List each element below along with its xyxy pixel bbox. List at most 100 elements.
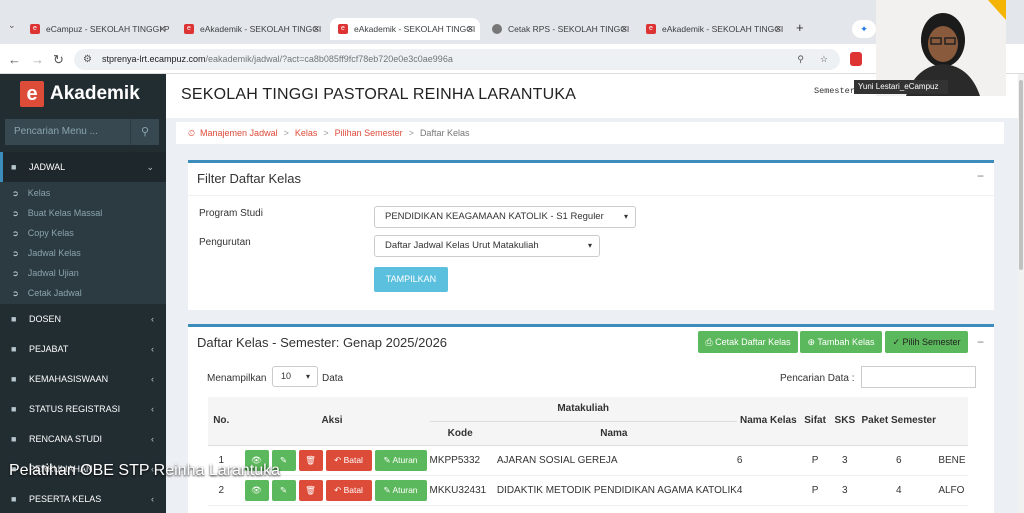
menu-search-input[interactable]: Pencarian Menu ... (5, 119, 130, 145)
close-tab-icon[interactable]: ✕ (774, 24, 782, 35)
undo-icon: ↶ (334, 484, 342, 495)
col-sifat: Sifat (799, 397, 831, 446)
search-icon[interactable]: ⚲ (130, 119, 159, 145)
cell-kode: MKKU32431 (429, 475, 491, 506)
sidebar-item-jadwal-kelas[interactable]: ➲ Jadwal Kelas (0, 243, 166, 263)
breadcrumb-kelas[interactable]: Kelas (295, 128, 318, 138)
filter-box-title: Filter Daftar Kelas (197, 171, 302, 186)
pengurutan-select[interactable]: Daftar Jadwal Kelas Urut Matakuliah ▾ (374, 235, 600, 257)
sidebar-item-buat-kelas-massal[interactable]: ➲ Buat Kelas Massal (0, 203, 166, 223)
browser-tab-2[interactable]: e eAkademik - SEKOLAH TINGGI ✕ (176, 18, 326, 40)
back-arrow-icon[interactable]: ← (8, 52, 21, 67)
delete-trash-icon[interactable]: 🗑 (298, 449, 323, 471)
search-data-input[interactable] (861, 366, 976, 388)
print-list-button[interactable]: ⎙ Cetak Daftar Kelas (698, 331, 798, 353)
address-bar[interactable]: ⚙ stprenya-lrt.ecampuz.com/eakademik/jad… (74, 49, 840, 70)
reload-icon[interactable]: ↻ (53, 52, 64, 68)
chevron-left-icon: ‹ (151, 404, 154, 414)
col-dosen (938, 397, 968, 446)
cell-paket: 6 (859, 445, 939, 476)
browser-tab-1[interactable]: e eCampuz - SEKOLAH TINGGI P ✕ (22, 18, 172, 40)
sidebar-item-kelas[interactable]: ➲ Kelas (0, 183, 166, 203)
tampilkan-button[interactable]: TAMPILKAN (374, 267, 448, 292)
browser-tab-4[interactable]: Cetak RPS - SEKOLAH TINGGI ✕ (484, 18, 634, 40)
collapse-minus-icon[interactable]: − (977, 169, 984, 183)
sidebar-menu-kemahasiswaan[interactable]: ■ KEMAHASISWAAN ‹ (0, 364, 166, 394)
class-list-title: Daftar Kelas - Semester: Genap 2025/2026 (197, 335, 448, 350)
cell-nama: AJARAN SOSIAL GEREJA (490, 445, 737, 476)
delete-trash-icon[interactable]: 🗑 (298, 479, 323, 501)
circle-arrow-icon: ➲ (12, 268, 19, 278)
chevron-left-icon: ‹ (151, 494, 154, 504)
show-entries-select[interactable]: 10 ▾ (272, 366, 318, 387)
sidebar-menu-jadwal[interactable]: ■ JADWAL ⌄ (0, 152, 166, 182)
sidebar-menu-rencana-studi[interactable]: ■ RENCANA STUDI ‹ (0, 424, 166, 454)
filter-box: Filter Daftar Kelas − Program Studi PEND… (188, 160, 994, 310)
sidebar-item-copy-kelas[interactable]: ➲ Copy Kelas (0, 223, 166, 243)
browser-tab-5[interactable]: e eAkademik - SEKOLAH TINGGI ✕ (638, 18, 788, 40)
collapse-minus-icon[interactable]: − (977, 335, 984, 349)
sidebar-item-cetak-jadwal[interactable]: ➲ Cetak Jadwal (0, 283, 166, 303)
cell-sks: 3 (830, 475, 860, 506)
cancel-class-button[interactable]: ↶ Batal (325, 449, 372, 471)
browser-tab-3-active[interactable]: e eAkademik - SEKOLAH TINGGI ✕ (330, 18, 480, 40)
sidebar-menu-peserta-kelas[interactable]: ■ PESERTA KELAS ‹ (0, 484, 166, 513)
folder-icon: ■ (11, 494, 17, 504)
tab-list-chevron-icon[interactable]: ⌄ (8, 20, 16, 31)
plus-circle-icon: ⊕ (807, 337, 816, 347)
close-tab-icon[interactable]: ✕ (158, 24, 166, 35)
edit-pencil-icon[interactable]: ✎ (271, 479, 296, 501)
browser-tab-bar: ⌄ e eCampuz - SEKOLAH TINGGI P ✕ e eAkad… (0, 0, 1024, 44)
circle-arrow-icon: ➲ (12, 248, 19, 258)
rules-button[interactable]: ✎ Aturan (374, 449, 427, 471)
print-icon: ⎙ (705, 337, 713, 347)
breadcrumb-pilihan-semester[interactable]: Pilihan Semester (335, 128, 403, 138)
sidebar-menu-status-registrasi[interactable]: ■ STATUS REGISTRASI ‹ (0, 394, 166, 424)
scrollbar-thumb[interactable] (1019, 80, 1023, 270)
circle-arrow-icon: ➲ (12, 288, 19, 298)
chevron-left-icon: ‹ (151, 314, 154, 324)
cell-nama-kelas: 4 (736, 475, 800, 506)
globe-favicon-icon (492, 24, 502, 34)
breadcrumb-separator: > (283, 128, 289, 138)
add-class-button[interactable]: ⊕ Tambah Kelas (800, 331, 882, 353)
folder-icon: ■ (11, 162, 17, 172)
extension-icon[interactable] (850, 52, 862, 66)
eakademik-favicon-icon: e (184, 24, 194, 34)
view-eye-icon[interactable]: 👁 (244, 479, 269, 501)
col-nama-kelas: Nama Kelas (736, 397, 800, 446)
program-studi-select[interactable]: PENDIDIKAN KEAGAMAAN KATOLIK - S1 Regule… (374, 206, 636, 228)
forward-arrow-icon[interactable]: → (31, 52, 44, 67)
breadcrumb-separator: > (323, 128, 329, 138)
breadcrumb-manajemen-jadwal[interactable]: Manajemen Jadwal (200, 128, 278, 138)
app-logo[interactable]: e Akademik (20, 81, 140, 107)
col-nama: Nama (490, 421, 737, 446)
chevron-down-icon: ▾ (305, 372, 310, 381)
col-no: No. (208, 397, 235, 446)
table-row: 2 👁 ✎ 🗑 ↶ Batal ✎ Aturan MKKU32431 DIDAKTIK … (208, 475, 968, 506)
sidebar-menu-pejabat[interactable]: ■ PEJABAT ‹ (0, 334, 166, 364)
show-entries-prefix: Menampilkan (207, 373, 267, 384)
breadcrumb-separator: > (408, 128, 414, 138)
rules-button[interactable]: ✎ Aturan (374, 479, 427, 501)
close-tab-icon[interactable]: ✕ (312, 24, 320, 35)
sidebar-menu-dosen[interactable]: ■ DOSEN ‹ (0, 304, 166, 334)
class-table: No. Aksi Matakuliah Nama Kelas Sifat SKS… (208, 397, 968, 506)
new-tab-button[interactable]: + (796, 20, 804, 35)
close-tab-icon[interactable]: ✕ (466, 24, 474, 35)
breadcrumb: ⏲ Manajemen Jadwal > Kelas > Pilihan Sem… (176, 122, 1004, 144)
col-paket-semester: Paket Semester (859, 397, 939, 446)
sidebar-item-jadwal-ujian[interactable]: ➲ Jadwal Ujian (0, 263, 166, 283)
breadcrumb-daftar-kelas: Daftar Kelas (419, 128, 470, 138)
site-info-icon[interactable]: ⚙ (83, 49, 92, 70)
ai-assistant-icon[interactable]: ✦ (852, 20, 876, 38)
video-caption: Pelatihan OBE STP Reinha Larantuka (9, 462, 280, 479)
cell-dosen: ALFO (938, 475, 968, 506)
choose-semester-button[interactable]: ✓ Pilih Semester (885, 331, 968, 353)
zoom-icon[interactable]: ⚲ (797, 49, 804, 70)
cell-kode: MKPP5332 (429, 445, 491, 476)
cancel-class-button[interactable]: ↶ Batal (325, 479, 372, 501)
bookmark-star-icon[interactable]: ☆ (820, 49, 828, 70)
close-tab-icon[interactable]: ✕ (620, 24, 628, 35)
cell-nama: DIDAKTIK METODIK PENDIDIKAN AGAMA KATOLI… (490, 475, 737, 506)
